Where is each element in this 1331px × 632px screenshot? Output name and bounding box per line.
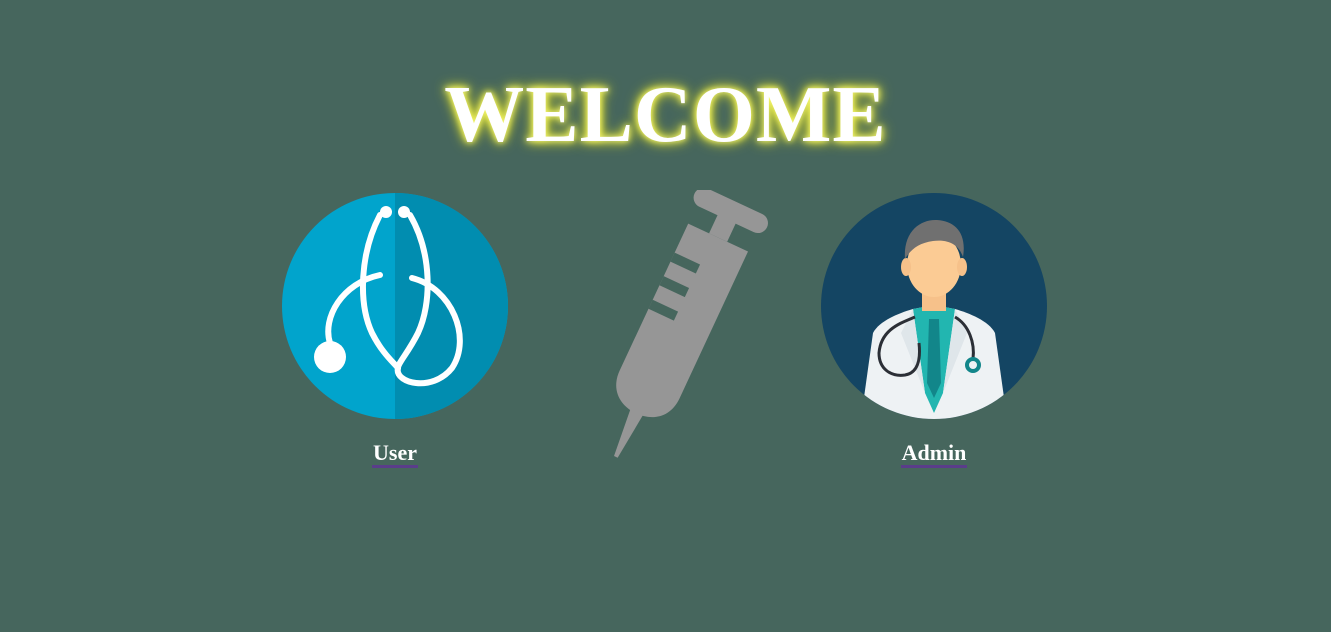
stethoscope-icon[interactable]	[282, 193, 508, 419]
admin-card[interactable]: Admin	[821, 193, 1047, 468]
user-card[interactable]: User	[282, 193, 508, 468]
doctor-icon[interactable]	[821, 193, 1047, 419]
syringe-icon	[614, 190, 768, 458]
user-link[interactable]: User	[372, 441, 418, 468]
page-title: WELCOME	[444, 71, 887, 159]
admin-link[interactable]: Admin	[900, 441, 968, 468]
